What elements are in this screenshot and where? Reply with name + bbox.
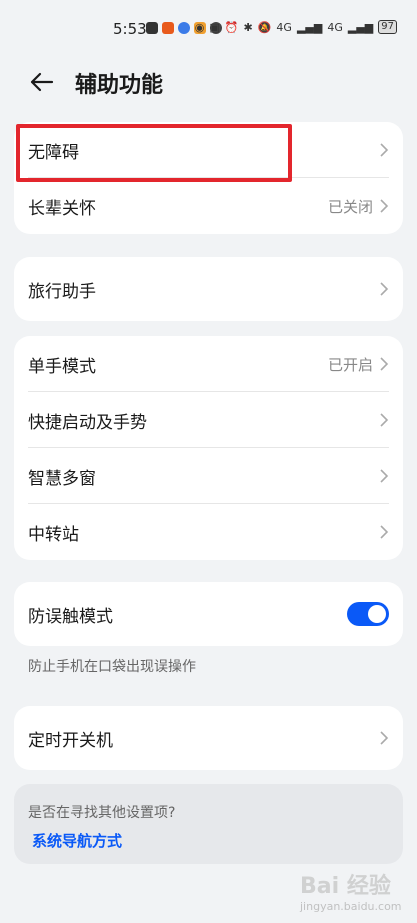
app-icon xyxy=(162,22,174,34)
page-title: 辅助功能 xyxy=(75,73,164,98)
travel-assistant-row[interactable]: 旅行助手 xyxy=(14,257,403,321)
page-header: 辅助功能 xyxy=(0,60,417,104)
alarm-icon: ⏰ xyxy=(224,20,239,34)
app-icon xyxy=(178,22,190,34)
one-hand-mode-row[interactable]: 单手模式 已开启 xyxy=(14,336,403,392)
row-label: 长辈关怀 xyxy=(28,198,96,219)
chevron-right-icon xyxy=(380,282,389,296)
toggle-knob xyxy=(368,605,386,623)
settings-group-5: 定时开关机 xyxy=(14,706,403,770)
signal-label: 4G xyxy=(276,20,292,34)
watermark-url: jingyan.baidu.com xyxy=(300,900,402,913)
row-label: 防误触模式 xyxy=(28,606,113,627)
watermark-logo: Bai 经验 xyxy=(300,874,391,899)
system-status-icons: ◉ ▣ ⏰ ✱ 🔕 4G ▂▄▆ 4G ▂▄▆ 97 xyxy=(195,20,397,34)
suggestion-card: 是否在寻找其他设置项? 系统导航方式 xyxy=(14,784,403,864)
row-label: 中转站 xyxy=(28,524,79,545)
row-label: 快捷启动及手势 xyxy=(28,412,147,433)
scheduled-power-row[interactable]: 定时开关机 xyxy=(14,706,403,770)
back-arrow-icon[interactable] xyxy=(28,68,56,96)
shortcuts-gestures-row[interactable]: 快捷启动及手势 xyxy=(14,392,403,448)
row-status: 已开启 xyxy=(327,355,373,374)
settings-group-2: 旅行助手 xyxy=(14,257,403,321)
chevron-right-icon xyxy=(380,731,389,745)
transfer-station-row[interactable]: 中转站 xyxy=(14,504,403,560)
signal-label: 4G xyxy=(327,20,343,34)
chevron-right-icon xyxy=(380,199,389,213)
row-label: 旅行助手 xyxy=(28,281,96,302)
system-navigation-link[interactable]: 系统导航方式 xyxy=(32,830,122,851)
status-bar: 5:53 ◉ ▣ ⏰ ✱ 🔕 4G ▂▄▆ 4G ▂▄▆ 97 xyxy=(0,0,417,60)
chevron-right-icon xyxy=(380,413,389,427)
elderly-care-row[interactable]: 长辈关怀 已关闭 xyxy=(14,178,403,234)
app-icon xyxy=(146,22,158,34)
battery-indicator: 97 xyxy=(378,20,397,34)
row-label: 单手模式 xyxy=(28,356,96,377)
mute-icon: 🔕 xyxy=(257,20,272,34)
chevron-right-icon xyxy=(380,525,389,539)
pocket-mode-toggle[interactable] xyxy=(347,602,389,626)
status-time: 5:53 xyxy=(113,20,147,38)
signal-icon: ▂▄▆ xyxy=(347,20,374,34)
settings-group-3: 单手模式 已开启 快捷启动及手势 智慧多窗 中转站 xyxy=(14,336,403,560)
chevron-right-icon xyxy=(380,357,389,371)
pocket-mode-description: 防止手机在口袋出现误操作 xyxy=(28,659,196,675)
signal-icon: ▂▄▆ xyxy=(296,20,323,34)
row-label: 定时开关机 xyxy=(28,730,113,751)
eye-icon: ◉ xyxy=(194,20,205,34)
chevron-right-icon xyxy=(380,469,389,483)
suggestion-question: 是否在寻找其他设置项? xyxy=(28,805,176,821)
highlight-annotation xyxy=(16,124,292,182)
bluetooth-icon: ✱ xyxy=(243,20,253,34)
nfc-icon: ▣ xyxy=(209,20,220,34)
row-label: 智慧多窗 xyxy=(28,468,96,489)
row-status: 已关闭 xyxy=(327,197,373,216)
chevron-right-icon xyxy=(380,143,389,157)
settings-group-4: 防误触模式 xyxy=(14,582,403,646)
pocket-mode-row: 防误触模式 xyxy=(14,582,403,646)
smart-multi-window-row[interactable]: 智慧多窗 xyxy=(14,448,403,504)
